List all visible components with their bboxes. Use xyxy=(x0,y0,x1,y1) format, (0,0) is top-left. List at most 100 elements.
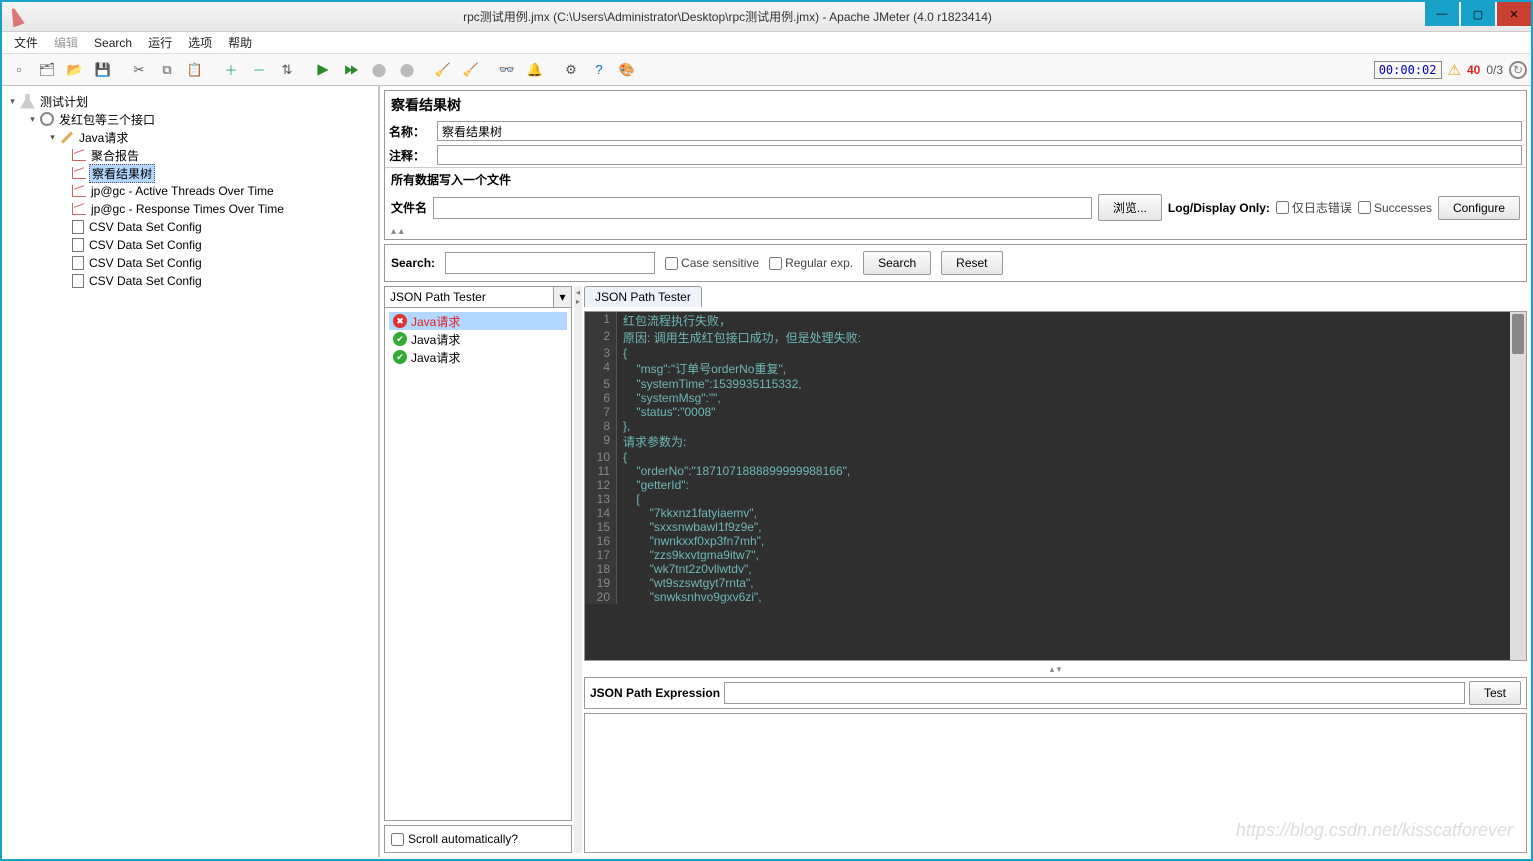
tree-csv1[interactable]: CSV Data Set Config xyxy=(87,220,204,234)
scroll-auto-checkbox[interactable] xyxy=(391,833,404,846)
tree-toggle[interactable]: ▾ xyxy=(8,96,17,107)
line-number: 12 xyxy=(585,478,617,492)
code-text: "systemMsg":"", xyxy=(617,391,721,405)
sample-name: Java请求 xyxy=(411,331,460,348)
vertical-splitter[interactable]: ◂▸ xyxy=(574,286,582,853)
line-number: 18 xyxy=(585,562,617,576)
case-sensitive-checkbox[interactable] xyxy=(665,257,678,270)
listener-icon xyxy=(72,185,86,197)
line-number: 3 xyxy=(585,346,617,360)
json-path-tester-tab[interactable]: JSON Path Tester xyxy=(584,286,702,307)
code-scrollbar[interactable] xyxy=(1510,312,1526,660)
save-button[interactable]: 💾 xyxy=(90,57,116,83)
test-button[interactable]: Test xyxy=(1469,681,1521,705)
open-button[interactable]: 📂 xyxy=(62,57,88,83)
cut-button[interactable]: ✂ xyxy=(126,57,152,83)
jsonpath-input[interactable] xyxy=(724,682,1465,704)
configure-button[interactable]: Configure xyxy=(1438,196,1520,220)
toggle-button[interactable]: ⇅ xyxy=(274,57,300,83)
tree-toggle[interactable]: ▾ xyxy=(48,132,57,143)
menu-file[interactable]: 文件 xyxy=(8,32,44,53)
errors-only-checkbox[interactable] xyxy=(1276,201,1289,214)
menu-help[interactable]: 帮助 xyxy=(222,32,258,53)
line-number: 9 xyxy=(585,433,617,450)
menu-options[interactable]: 选项 xyxy=(182,32,218,53)
stop-button[interactable]: ⬤ xyxy=(366,57,392,83)
sample-name: Java请求 xyxy=(411,313,460,330)
line-number: 5 xyxy=(585,377,617,391)
file-section-label: 所有数据写入一个文件 xyxy=(385,167,1526,191)
renderer-dropdown-button[interactable]: ▾ xyxy=(553,287,571,307)
search-toolbar-button[interactable]: 👓 xyxy=(494,57,520,83)
config-icon xyxy=(72,220,84,234)
start-no-timers-button[interactable] xyxy=(338,57,364,83)
clear-button[interactable]: 🧹 xyxy=(430,57,456,83)
line-number: 2 xyxy=(585,329,617,346)
warning-icon[interactable]: ⚠ xyxy=(1448,61,1461,79)
reset-button[interactable]: Reset xyxy=(941,251,1002,275)
new-button[interactable]: ▫ xyxy=(6,57,32,83)
paste-button[interactable]: 📋 xyxy=(182,57,208,83)
code-text: 原因: 调用生成红包接口成功，但是处理失败: xyxy=(617,329,861,346)
test-plan-tree[interactable]: ▾测试计划 ▾发红包等三个接口 ▾Java请求 聚合报告 察看结果树 jp@gc… xyxy=(2,86,380,857)
tree-jp2[interactable]: jp@gc - Response Times Over Time xyxy=(89,202,286,216)
line-number: 8 xyxy=(585,419,617,433)
menu-run[interactable]: 运行 xyxy=(142,32,178,53)
tree-sampler[interactable]: Java请求 xyxy=(77,129,130,146)
config-icon xyxy=(72,256,84,270)
line-number: 4 xyxy=(585,360,617,377)
successes-label: Successes xyxy=(1374,201,1432,215)
reset-search-button[interactable]: 🔔 xyxy=(522,57,548,83)
sample-result-item[interactable]: ✖ Java请求 xyxy=(389,312,567,330)
clear-all-button[interactable]: 🧹 xyxy=(458,57,484,83)
tree-csv2[interactable]: CSV Data Set Config xyxy=(87,238,204,252)
help-button[interactable]: ? xyxy=(586,57,612,83)
name-input[interactable] xyxy=(437,121,1522,141)
successes-checkbox[interactable] xyxy=(1358,201,1371,214)
code-text: "wt9szswtgyt7rnta", xyxy=(617,576,754,590)
tree-jp1[interactable]: jp@gc - Active Threads Over Time xyxy=(89,184,276,198)
tree-view-results[interactable]: 察看结果树 xyxy=(89,164,155,183)
errors-only-label: 仅日志错误 xyxy=(1292,199,1352,216)
filename-input[interactable] xyxy=(433,197,1092,219)
sampler-icon xyxy=(61,131,73,143)
templates-button[interactable]: 🗂 xyxy=(34,57,60,83)
panel-title: 察看结果树 xyxy=(385,91,1526,119)
menu-search[interactable]: Search xyxy=(88,34,138,52)
error-icon: ✖ xyxy=(393,314,407,328)
add-button[interactable]: ＋ xyxy=(218,57,244,83)
search-panel: Search: Case sensitive Regular exp. Sear… xyxy=(384,244,1527,282)
palette-button[interactable]: 🎨 xyxy=(614,57,640,83)
window-close-button[interactable]: ✕ xyxy=(1497,2,1531,26)
search-input[interactable] xyxy=(445,252,655,274)
window-maximize-button[interactable]: ▢ xyxy=(1461,2,1495,26)
tree-thread-group[interactable]: 发红包等三个接口 xyxy=(57,111,157,128)
comment-input[interactable] xyxy=(437,145,1522,165)
browse-button[interactable]: 浏览... xyxy=(1098,194,1162,221)
tree-toggle[interactable]: ▾ xyxy=(28,114,37,125)
regex-checkbox[interactable] xyxy=(769,257,782,270)
renderer-dropdown[interactable]: JSON Path Tester xyxy=(385,287,553,307)
tree-aggregate[interactable]: 聚合报告 xyxy=(89,147,141,164)
function-helper-button[interactable]: ⚙ xyxy=(558,57,584,83)
sample-result-item[interactable]: ✔Java请求 xyxy=(389,348,567,366)
collapse-arrows[interactable]: ▴ ▴ xyxy=(385,224,1526,239)
code-text: "status":"0008" xyxy=(617,405,715,419)
search-button[interactable]: Search xyxy=(863,251,931,275)
code-text: "getterId": xyxy=(617,478,689,492)
results-tree-icon xyxy=(72,167,86,179)
tree-csv3[interactable]: CSV Data Set Config xyxy=(87,256,204,270)
response-code-panel[interactable]: 1红包流程执行失败，2原因: 调用生成红包接口成功，但是处理失败:3{4 "ms… xyxy=(584,311,1527,661)
copy-button[interactable]: ⧉ xyxy=(154,57,180,83)
start-button[interactable] xyxy=(310,57,336,83)
shutdown-button[interactable]: ⬤ xyxy=(394,57,420,83)
horizontal-splitter[interactable]: ▴ ▾ xyxy=(584,665,1527,673)
sample-list[interactable]: ✖Java请求✔Java请求✔Java请求 xyxy=(385,308,571,820)
remove-button[interactable]: － xyxy=(246,57,272,83)
tree-csv4[interactable]: CSV Data Set Config xyxy=(87,274,204,288)
sample-result-item[interactable]: ✔Java请求 xyxy=(389,330,567,348)
filename-label: 文件名 xyxy=(391,199,427,216)
window-minimize-button[interactable]: — xyxy=(1425,2,1459,26)
menu-edit[interactable]: 编辑 xyxy=(48,32,84,53)
tree-root[interactable]: 测试计划 xyxy=(38,93,90,110)
